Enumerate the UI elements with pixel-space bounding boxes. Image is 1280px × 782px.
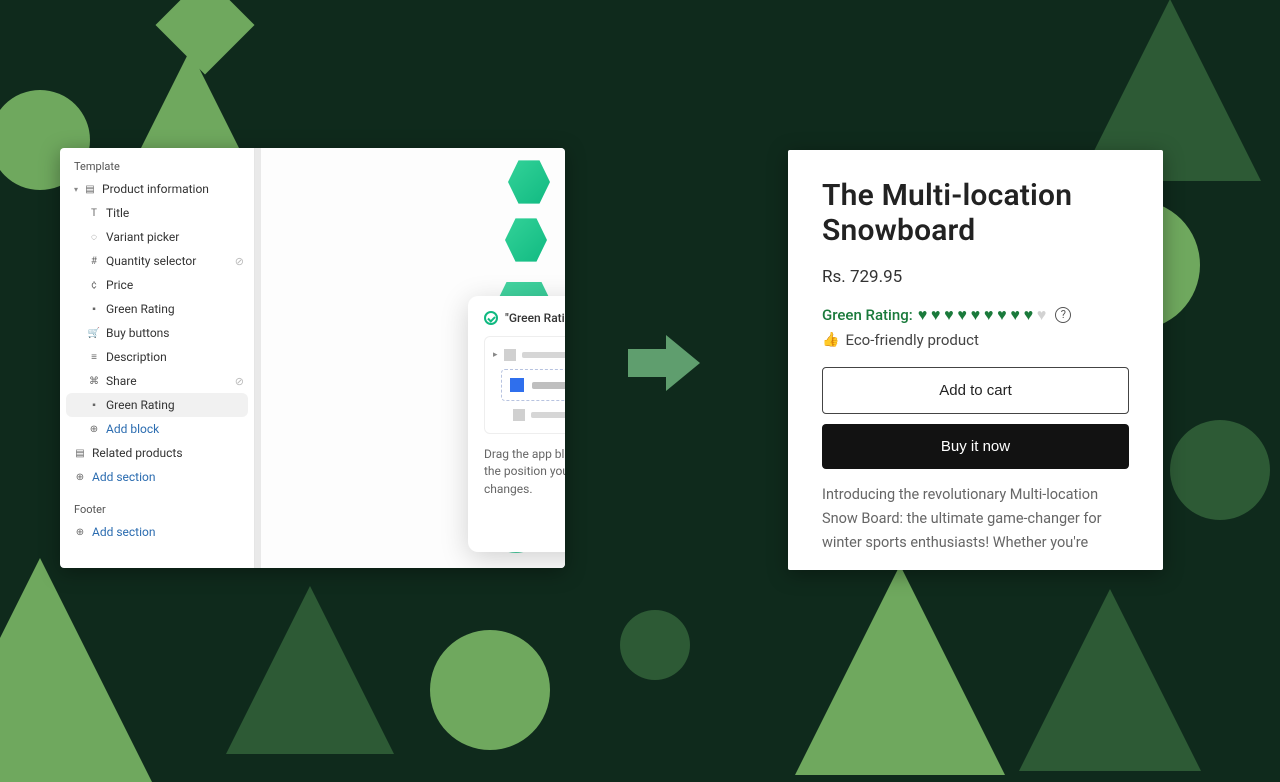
heart-icon: ♥	[1010, 305, 1020, 324]
theme-preview-pane: "Green Rating" added × ▸ ✊ Drag the app …	[255, 148, 565, 568]
sidebar-heading-template: Template	[60, 154, 254, 177]
theme-editor-panel: Template ▾ ▤ Product information T Title…	[60, 148, 565, 568]
add-section-link[interactable]: ⊕ Add section	[60, 465, 254, 489]
drag-diagram-highlight: ✊	[501, 369, 565, 401]
section-icon: ▤	[74, 447, 86, 459]
plus-circle-icon: ⊕	[74, 526, 86, 538]
sidebar-item-variant-picker[interactable]: ◌ Variant picker	[60, 225, 254, 249]
green-rating-label: Green Rating:	[822, 306, 913, 324]
chevron-down-icon: ▾	[74, 185, 78, 194]
plus-circle-icon: ⊕	[74, 471, 86, 483]
block-icon: ▪	[88, 303, 100, 315]
sidebar-item-price[interactable]: ¢ Price	[60, 273, 254, 297]
sidebar-item-label: Related products	[92, 446, 183, 460]
check-circle-icon	[484, 311, 498, 325]
add-to-cart-button[interactable]: Add to cart	[822, 367, 1129, 414]
sidebar-item-label: Add section	[92, 525, 156, 539]
block-icon: ▪	[88, 399, 100, 411]
heart-icon: ♥	[997, 305, 1007, 324]
eco-friendly-label: Eco-friendly product	[845, 331, 978, 349]
bg-circle	[430, 630, 550, 750]
drag-diagram: ▸ ✊	[484, 336, 565, 434]
bg-tree	[0, 558, 152, 782]
sidebar-item-label: Variant picker	[106, 230, 179, 244]
sidebar-item-label: Green Rating	[106, 302, 175, 316]
heart-icon: ♥	[1024, 305, 1034, 324]
bg-tree	[1019, 589, 1201, 771]
heart-icon: ♥	[971, 305, 981, 324]
heart-icon: ♥	[944, 305, 954, 324]
sidebar-heading-footer: Footer	[60, 497, 254, 520]
sidebar-item-label: Description	[106, 350, 167, 364]
sidebar-item-green-rating[interactable]: ▪ Green Rating	[60, 297, 254, 321]
hidden-icon: ⊘	[235, 375, 244, 388]
sidebar-item-green-rating-selected[interactable]: ▪ Green Rating	[66, 393, 248, 417]
preview-hexagon-icon	[505, 216, 547, 264]
add-section-footer-link[interactable]: ⊕ Add section	[60, 520, 254, 544]
sidebar-item-label: Title	[106, 206, 129, 220]
help-icon[interactable]: ?	[1055, 307, 1071, 323]
sidebar-item-label: Green Rating	[106, 398, 175, 412]
hidden-icon: ⊘	[235, 255, 244, 268]
sidebar-item-related-products[interactable]: ▤ Related products	[60, 441, 254, 465]
sidebar-item-label: Add section	[92, 470, 156, 484]
product-description: Introducing the revolutionary Multi-loca…	[822, 483, 1129, 555]
sidebar-item-product-information[interactable]: ▾ ▤ Product information	[60, 177, 254, 201]
green-rating-hearts: ♥ ♥ ♥ ♥ ♥ ♥ ♥ ♥ ♥ ♥	[918, 305, 1047, 325]
buy-it-now-button[interactable]: Buy it now	[822, 424, 1129, 469]
heart-icon: ♥	[984, 305, 994, 324]
sidebar-item-buy-buttons[interactable]: 🛒 Buy buttons	[60, 321, 254, 345]
price-icon: ¢	[88, 279, 100, 291]
share-icon: ⌘	[88, 375, 100, 387]
section-icon: ▤	[84, 183, 96, 195]
green-rating-row: Green Rating: ♥ ♥ ♥ ♥ ♥ ♥ ♥ ♥ ♥ ♥ ?	[822, 305, 1129, 325]
eco-friendly-row: 👍 Eco-friendly product	[822, 331, 1129, 349]
product-price: Rs. 729.95	[822, 267, 1129, 287]
popover-body: Drag the app block up or down to move it…	[484, 446, 565, 498]
heart-icon: ♥	[918, 305, 928, 324]
block-added-popover: "Green Rating" added × ▸ ✊ Drag the app …	[468, 296, 565, 552]
product-preview-card: The Multi-location Snowboard Rs. 729.95 …	[788, 150, 1163, 570]
bg-circle	[1170, 420, 1270, 520]
theme-editor-sidebar: Template ▾ ▤ Product information T Title…	[60, 148, 255, 568]
bg-tree	[795, 565, 1005, 775]
sidebar-item-label: Quantity selector	[106, 254, 196, 268]
heart-icon: ♥	[957, 305, 967, 324]
bg-tree	[226, 586, 394, 754]
sidebar-item-title[interactable]: T Title	[60, 201, 254, 225]
sidebar-item-share[interactable]: ⌘ Share ⊘	[60, 369, 254, 393]
sidebar-item-description[interactable]: ≡ Description	[60, 345, 254, 369]
block-icon	[510, 378, 524, 392]
heart-icon: ♥	[931, 305, 941, 324]
sidebar-item-label: Product information	[102, 182, 209, 196]
list-icon: ≡	[88, 351, 100, 363]
thumbs-up-icon: 👍	[822, 332, 839, 348]
preview-hexagon-icon	[508, 158, 550, 206]
sidebar-item-quantity-selector[interactable]: # Quantity selector ⊘	[60, 249, 254, 273]
sidebar-item-label: Buy buttons	[106, 326, 170, 340]
cart-icon: 🛒	[88, 327, 100, 339]
hash-icon: #	[88, 255, 100, 267]
add-block-link[interactable]: ⊕ Add block	[60, 417, 254, 441]
divider	[255, 148, 261, 568]
variant-icon: ◌	[88, 231, 100, 243]
popover-title: "Green Rating" added	[505, 311, 565, 325]
sidebar-item-label: Price	[106, 278, 133, 292]
bg-circle	[620, 610, 690, 680]
arrow-right-icon	[628, 335, 700, 391]
product-title: The Multi-location Snowboard	[822, 178, 1129, 249]
sidebar-item-label: Share	[106, 374, 137, 388]
text-icon: T	[88, 207, 100, 219]
sidebar-item-label: Add block	[106, 422, 159, 436]
heart-icon: ♥	[1037, 305, 1047, 324]
plus-circle-icon: ⊕	[88, 423, 100, 435]
